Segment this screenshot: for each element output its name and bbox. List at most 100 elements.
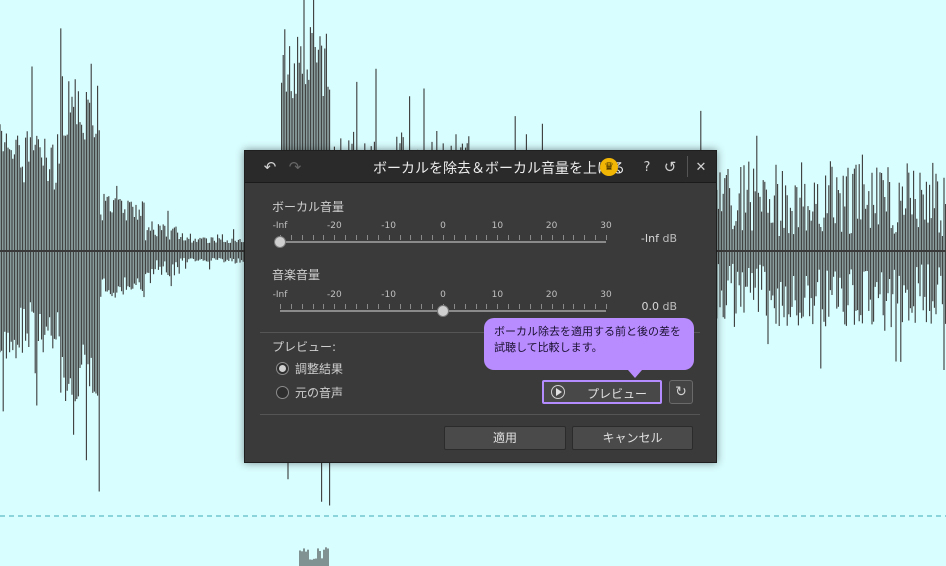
- vocal-volume-tick-mark: [475, 235, 477, 240]
- vocal-volume-tick-mark: [323, 235, 325, 240]
- music-volume-tick-mark: [486, 304, 488, 309]
- preview-section-label: プレビュー:: [272, 340, 337, 354]
- footer-divider: [260, 414, 700, 415]
- radio-indicator[interactable]: [276, 362, 289, 375]
- music-volume-tick-label: -10: [381, 290, 397, 300]
- vocal-removal-dialog: ↶ ↷ ボーカルを除去＆ボーカル音量を上げる ♛ ? ↺ ✕ ボーカル音量 -I…: [244, 150, 717, 463]
- undo-arrow-icon[interactable]: ↶: [261, 158, 279, 176]
- vocal-volume-tick-mark: [345, 235, 347, 240]
- vocal-volume-tick-mark: [551, 235, 553, 240]
- redo-arrow-icon[interactable]: ↷: [286, 158, 304, 176]
- radio-adjusted-result-label: 調整結果: [295, 362, 344, 376]
- vocal-volume-tick-mark: [388, 235, 390, 240]
- apply-button[interactable]: 適用: [444, 426, 566, 450]
- music-volume-tick-mark: [399, 304, 401, 309]
- vocal-volume-tick-label: 30: [600, 221, 612, 231]
- vocal-volume-tick-mark: [453, 235, 455, 240]
- music-volume-tick-mark: [280, 304, 281, 309]
- radio-original-audio-label: 元の音声: [295, 386, 344, 400]
- music-volume-tick-mark: [356, 304, 358, 309]
- vocal-volume-tick-mark: [540, 235, 542, 240]
- crown-icon: ♛: [600, 158, 618, 176]
- vocal-volume-tick-label: 0: [440, 221, 446, 231]
- vocal-volume-tick-mark: [366, 235, 368, 240]
- radio-original-audio[interactable]: 元の音声: [276, 384, 343, 401]
- vocal-volume-tick-mark: [356, 235, 358, 240]
- music-volume-value: 0.0: [641, 300, 659, 313]
- vocal-volume-value: -Inf: [640, 232, 659, 245]
- music-volume-tick-mark: [508, 304, 510, 309]
- vocal-volume-label: ボーカル音量: [272, 200, 345, 214]
- vocal-volume-tick-mark: [421, 235, 423, 240]
- music-volume-tick-mark: [529, 304, 531, 309]
- refresh-icon[interactable]: ↻: [669, 380, 693, 404]
- music-volume-tick-mark: [290, 304, 292, 309]
- music-volume-tick-mark: [421, 304, 423, 309]
- music-volume-tick-label: 0: [440, 290, 446, 300]
- vocal-volume-tick-mark: [584, 235, 586, 240]
- close-icon[interactable]: ✕: [692, 158, 710, 176]
- music-volume-tick-mark: [312, 304, 314, 309]
- vocal-volume-tick-mark: [497, 235, 499, 240]
- vocal-volume-tick-mark: [301, 235, 303, 240]
- music-volume-tick-mark: [595, 304, 597, 309]
- preview-button[interactable]: プレビュー: [542, 380, 662, 404]
- music-volume-tick-label: 10: [491, 290, 504, 300]
- music-volume-readout: 0.0 dB: [617, 300, 677, 313]
- music-volume-tick-mark: [475, 304, 477, 309]
- vocal-volume-tick-mark: [312, 235, 314, 240]
- cancel-button[interactable]: キャンセル: [572, 426, 693, 450]
- vocal-volume-tick-mark: [486, 235, 488, 240]
- vocal-volume-tick-mark: [410, 235, 412, 240]
- vocal-volume-tick-mark: [290, 235, 292, 240]
- dialog-title: ボーカルを除去＆ボーカル音量を上げる: [373, 161, 625, 177]
- music-volume-tick-label: 30: [600, 290, 612, 300]
- music-volume-tick-mark: [334, 304, 336, 309]
- vocal-volume-tick-label: -10: [381, 221, 397, 231]
- music-volume-tick-mark: [497, 304, 499, 309]
- music-volume-label: 音楽音量: [272, 268, 321, 282]
- vocal-volume-tick-mark: [443, 235, 444, 240]
- vocal-volume-tick-mark: [562, 235, 564, 240]
- radio-indicator[interactable]: [276, 386, 289, 399]
- vocal-volume-tick-mark: [529, 235, 531, 240]
- music-volume-tick-mark: [301, 304, 303, 309]
- vocal-volume-tick-mark: [573, 235, 575, 240]
- music-volume-tick-mark: [410, 304, 412, 309]
- help-icon[interactable]: ?: [638, 158, 656, 176]
- vocal-volume-tick-mark: [399, 235, 401, 240]
- music-volume-tick-label: -20: [326, 290, 342, 300]
- radio-adjusted-result[interactable]: 調整結果: [276, 360, 343, 377]
- music-volume-tick-mark: [388, 304, 390, 309]
- music-volume-tick-mark: [562, 304, 564, 309]
- music-volume-tick-mark: [606, 304, 607, 309]
- dialog-titlebar: ↶ ↷ ボーカルを除去＆ボーカル音量を上げる ♛ ? ↺ ✕: [245, 151, 716, 183]
- music-volume-thumb[interactable]: [437, 305, 449, 317]
- preview-button-label: プレビュー: [586, 387, 647, 401]
- reset-icon[interactable]: ↺: [661, 158, 679, 176]
- music-volume-tick-label: 20: [545, 290, 558, 300]
- vocal-volume-tick-mark: [432, 235, 434, 240]
- vocal-volume-tick-mark: [595, 235, 597, 240]
- music-volume-tick-mark: [464, 304, 466, 309]
- vocal-volume-tick-mark: [464, 235, 466, 240]
- vocal-volume-track[interactable]: [280, 241, 606, 243]
- music-volume-tick-mark: [540, 304, 542, 309]
- music-volume-tick-mark: [377, 304, 379, 309]
- play-icon: [551, 385, 565, 399]
- vocal-volume-tick-label: 20: [545, 221, 558, 231]
- vocal-volume-tick-mark: [519, 235, 521, 240]
- music-volume-tick-mark: [345, 304, 347, 309]
- titlebar-divider: [687, 156, 688, 177]
- vocal-volume-tick-mark: [377, 235, 379, 240]
- music-volume-tick-mark: [453, 304, 455, 309]
- vocal-volume-unit: dB: [662, 232, 677, 245]
- music-volume-tick-mark: [573, 304, 575, 309]
- vocal-volume-tick-mark: [606, 235, 607, 240]
- vocal-volume-tick-label: 10: [491, 221, 504, 231]
- music-volume-tick-mark: [519, 304, 521, 309]
- vocal-volume-tick-label: -Inf: [272, 221, 288, 231]
- vocal-volume-slider[interactable]: -Inf -20 -10 0 10 20 30: [273, 221, 612, 261]
- music-volume-tick-mark: [584, 304, 586, 309]
- vocal-volume-thumb[interactable]: [274, 236, 286, 248]
